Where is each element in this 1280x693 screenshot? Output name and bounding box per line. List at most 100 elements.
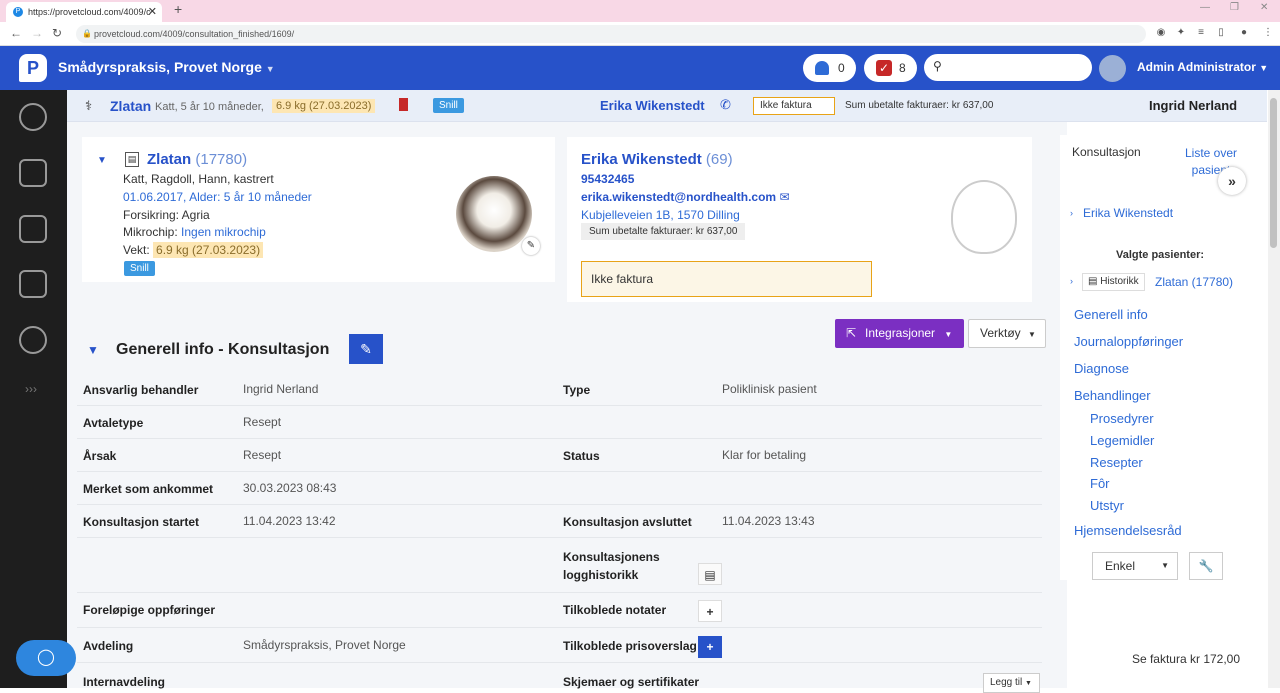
avatar[interactable] (1099, 55, 1126, 82)
minimize-icon[interactable]: — (1200, 2, 1210, 13)
gear-icon[interactable] (19, 326, 47, 354)
clinic-selector[interactable]: Smådyrspraksis, Provet Norge ▼ (58, 59, 275, 75)
add-form-button[interactable]: Legg til ▼ (983, 673, 1040, 693)
reports-icon[interactable] (19, 270, 47, 298)
strip-invoice-flag: Ikke faktura (753, 97, 835, 115)
search-input[interactable]: ⚲ (924, 54, 1092, 81)
info-row: Avdeling Smådyrspraksis, Provet Norge Ti… (77, 628, 1042, 663)
clinic-name: Smådyrspraksis, Provet Norge (58, 59, 262, 75)
history-button[interactable]: ▤ Historikk (1082, 273, 1145, 291)
patient-id: (17780) (195, 151, 248, 168)
add-estimate-button[interactable]: + (698, 636, 722, 658)
new-tab-button[interactable]: + (174, 1, 182, 17)
notifications-count: 0 (838, 61, 845, 75)
patient-link[interactable]: Zlatan (17780) (1155, 275, 1233, 289)
chevron-down-icon: ▼ (1161, 561, 1169, 570)
tasks-button[interactable]: ✓ 8 (864, 54, 917, 82)
row-label: Konsultasjon avsluttet (563, 515, 692, 529)
scrollbar-thumb[interactable] (1270, 98, 1277, 248)
nav-food[interactable]: Fôr (1090, 476, 1110, 491)
book-icon[interactable]: ▤ (125, 152, 139, 167)
row-value: 11.04.2023 13:43 (722, 514, 815, 528)
integrations-button[interactable]: ⇱ Integrasjoner ▼ (835, 319, 964, 348)
selected-patients-label: Valgte pasienter: (1116, 249, 1205, 261)
owner-avatar-icon (951, 180, 1017, 254)
info-row: Avtaletype Resept (77, 406, 1042, 439)
collapse-section-icon[interactable]: ▼ (87, 343, 99, 357)
tab-close-icon[interactable]: ✕ (148, 2, 157, 22)
row-label: Årsak (83, 449, 117, 463)
puzzle-icon[interactable]: ✦ (1175, 27, 1187, 39)
sidepanel-icon[interactable]: ▯ (1215, 27, 1227, 39)
strip-patient-name[interactable]: Zlatan (110, 98, 151, 114)
info-row: Merket som ankommet 30.03.2023 08:43 (77, 472, 1042, 505)
close-window-icon[interactable]: ✕ (1260, 2, 1268, 13)
nav-discharge[interactable]: Hjemsendelsesråd (1074, 523, 1182, 538)
nav-procedures[interactable]: Prosedyrer (1090, 411, 1154, 426)
owner-name[interactable]: Erika Wikenstedt (69) (581, 151, 733, 168)
profile-icon[interactable]: ● (1238, 27, 1250, 39)
forward-icon[interactable]: → (31, 26, 43, 40)
owner-phone[interactable]: 95432465 (581, 172, 634, 186)
browser-tab[interactable]: P https://provetcloud.com/4009/c ✕ (6, 2, 162, 22)
chip-value[interactable]: Ingen mikrochip (181, 225, 266, 239)
owner-email[interactable]: erika.wikenstedt@nordhealth.com (581, 190, 776, 204)
patients-icon[interactable] (19, 159, 47, 187)
envelope-icon[interactable]: ✉ (779, 190, 789, 204)
calendar-icon[interactable] (19, 215, 47, 243)
nav-medicines[interactable]: Legemidler (1090, 433, 1154, 448)
nav-treatments[interactable]: Behandlinger (1074, 388, 1151, 403)
phone-icon[interactable]: ✆ (720, 97, 731, 113)
weight-label: Vekt: (123, 243, 150, 257)
wrench-icon[interactable]: 🔧 (1189, 552, 1223, 580)
see-invoice-button[interactable]: Se faktura kr 172,00 (1117, 645, 1255, 674)
patient-strip: ⚕ Zlatan Katt, 5 år 10 måneder, 6.9 kg (… (67, 90, 1267, 122)
chevron-right-icon[interactable]: › (1070, 208, 1073, 218)
scrollbar[interactable] (1268, 90, 1280, 688)
patient-tag-badge: Snill (124, 261, 155, 276)
expand-sidebar-icon[interactable]: ››› (25, 382, 37, 396)
browser-tab-bar: P https://provetcloud.com/4009/c ✕ + — ❐… (0, 0, 1280, 22)
tools-label: Verktøy (980, 326, 1021, 340)
info-row: Internavdeling Skjemaer og sertifikater … (77, 663, 1042, 693)
tab-consultation[interactable]: Konsultasjon (1072, 145, 1141, 159)
strip-owner-name[interactable]: Erika Wikenstedt (600, 98, 705, 113)
nav-general-info[interactable]: Generell info (1074, 307, 1148, 322)
row-value: Ingrid Nerland (243, 382, 319, 396)
chevron-right-icon[interactable]: › (1070, 276, 1073, 286)
nav-journal[interactable]: Journaloppføringer (1074, 334, 1183, 349)
view-mode-select[interactable]: Enkel ▼ (1092, 552, 1178, 580)
row-label: Avdeling (83, 639, 134, 653)
reload-icon[interactable]: ↻ (52, 26, 62, 40)
user-menu[interactable]: Admin Administrator ▼ (1137, 60, 1268, 74)
patient-name[interactable]: Zlatan (17780) (147, 151, 247, 168)
dashboard-icon[interactable] (19, 103, 47, 131)
log-history-icon[interactable]: ▤ (698, 563, 722, 585)
add-note-button[interactable]: + (698, 600, 722, 622)
address-bar: ← → ↻ 🔒 provetcloud.com/4009/consultatio… (0, 22, 1280, 46)
back-icon[interactable]: ← (10, 26, 22, 40)
notifications-button[interactable]: 0 (803, 54, 856, 82)
chat-bubble-icon[interactable]: ◯ (16, 640, 76, 676)
double-chevron-right-icon[interactable]: » (1218, 167, 1246, 195)
tools-button[interactable]: Verktøy ▼ (968, 319, 1046, 348)
more-icon[interactable]: ⋮ (1262, 27, 1274, 39)
nav-diagnosis[interactable]: Diagnose (1074, 361, 1129, 376)
lock-icon: 🔒 (82, 29, 92, 38)
extension-icon[interactable]: ◉ (1155, 27, 1167, 39)
nav-prescriptions[interactable]: Resepter (1090, 455, 1143, 470)
edit-pencil-icon[interactable]: ✎ (349, 334, 383, 364)
menu-list-icon[interactable]: ≡ (1195, 27, 1207, 39)
owner-link[interactable]: Erika Wikenstedt (1083, 206, 1173, 220)
info-row: Årsak Resept Status Klar for betaling (77, 439, 1042, 472)
row-label: Tilkoblede notater (563, 603, 667, 617)
url-field[interactable]: 🔒 provetcloud.com/4009/consultation_fini… (76, 25, 1146, 43)
edit-photo-icon[interactable]: ✎ (522, 237, 540, 255)
owner-address[interactable]: Kubjelleveien 1B, 1570 Dilling (581, 208, 740, 222)
chevron-down-icon[interactable]: ▼ (97, 155, 107, 166)
provet-logo[interactable]: P (19, 54, 47, 82)
row-label: Type (563, 383, 591, 397)
maximize-icon[interactable]: ❐ (1230, 2, 1239, 13)
nav-equipment[interactable]: Utstyr (1090, 498, 1124, 513)
patient-photo (456, 176, 532, 252)
